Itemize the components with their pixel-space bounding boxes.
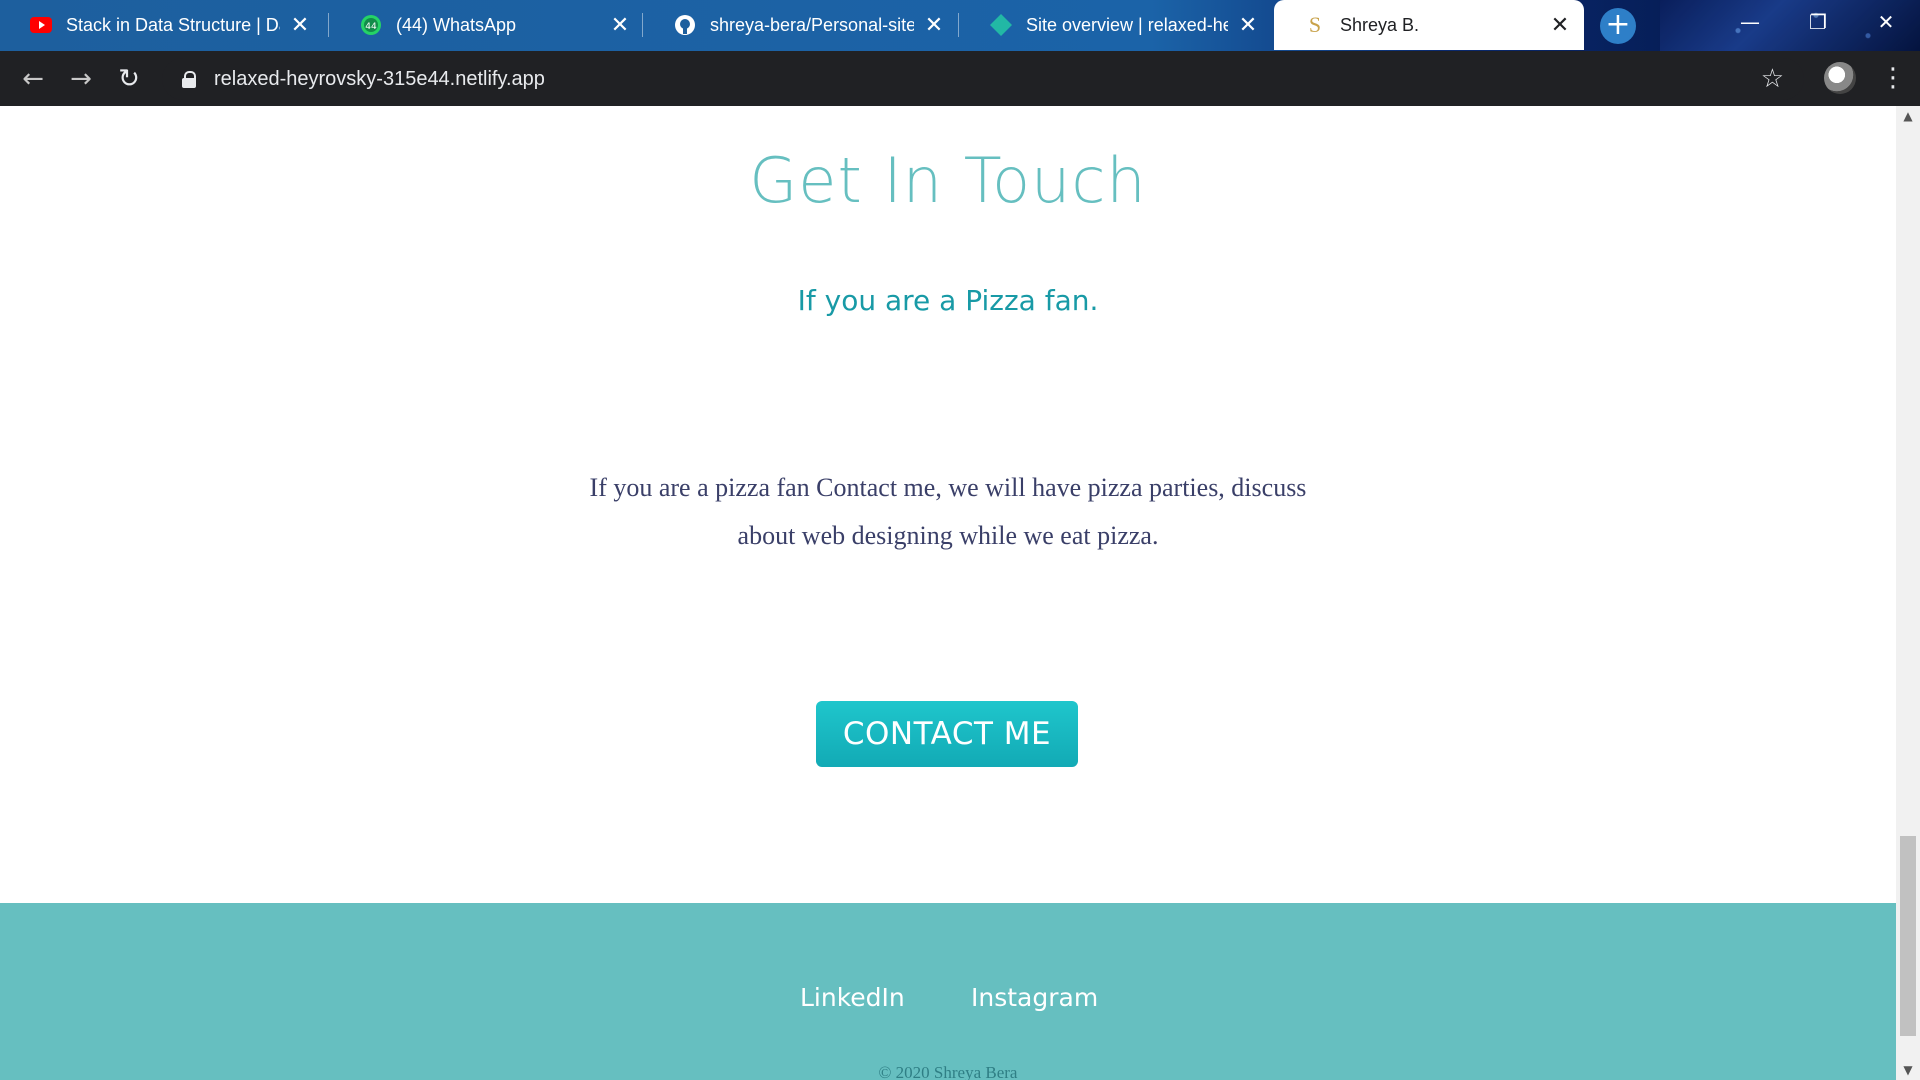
page-viewport: Get In Touch If you are a Pizza fan. If … bbox=[0, 106, 1896, 1080]
youtube-icon bbox=[30, 14, 52, 36]
tab-title: shreya-bera/Personal-site bbox=[710, 14, 914, 35]
reload-button[interactable]: ↻ bbox=[112, 63, 146, 97]
close-icon[interactable]: ✕ bbox=[610, 14, 630, 36]
url-field[interactable]: relaxed-heyrovsky-315e44.netlify.app ☆ bbox=[162, 58, 1804, 100]
address-bar: ← → ↻ relaxed-heyrovsky-315e44.netlify.a… bbox=[0, 51, 1920, 106]
tab-netlify[interactable]: Site overview | relaxed-heyr ✕ bbox=[960, 0, 1272, 50]
tab-title: Site overview | relaxed-heyr bbox=[1026, 14, 1228, 35]
contact-paragraph: If you are a pizza fan Contact me, we wi… bbox=[589, 473, 1307, 550]
back-button[interactable]: ← bbox=[16, 63, 50, 97]
tab-github[interactable]: shreya-bera/Personal-site ✕ bbox=[644, 0, 958, 50]
browser-menu-icon[interactable]: ⋮ bbox=[1880, 61, 1906, 95]
close-icon[interactable]: ✕ bbox=[924, 14, 944, 36]
bookmark-star-icon[interactable]: ☆ bbox=[1761, 64, 1784, 94]
lock-icon[interactable] bbox=[182, 71, 196, 88]
subheading: If you are a Pizza fan. bbox=[797, 284, 1099, 317]
tab-separator bbox=[642, 13, 643, 37]
restore-button[interactable]: ❐ bbox=[1784, 0, 1852, 46]
page-title: Get In Touch bbox=[749, 144, 1147, 217]
profile-avatar[interactable] bbox=[1824, 62, 1856, 94]
tab-youtube[interactable]: Stack in Data Structure | Dat ✕ bbox=[0, 0, 324, 50]
close-icon[interactable]: ✕ bbox=[1550, 14, 1570, 36]
linkedin-link[interactable]: LinkedIn bbox=[800, 983, 905, 1012]
minimize-button[interactable]: — bbox=[1716, 0, 1784, 46]
copyright-text: © 2020 Shreya Bera bbox=[878, 1063, 1018, 1080]
tab-strip: Stack in Data Structure | Dat ✕ 44 (44) … bbox=[0, 0, 1920, 51]
scroll-up-arrow-icon[interactable]: ▲ bbox=[1896, 106, 1920, 126]
tab-title: Shreya B. bbox=[1340, 14, 1420, 35]
tab-title: (44) WhatsApp bbox=[396, 14, 517, 35]
github-icon bbox=[674, 14, 696, 36]
contact-me-button[interactable]: CONTACT ME bbox=[816, 701, 1078, 767]
instagram-link[interactable]: Instagram bbox=[971, 983, 1098, 1012]
netlify-icon bbox=[990, 14, 1012, 36]
url-text[interactable]: relaxed-heyrovsky-315e44.netlify.app bbox=[214, 68, 545, 91]
svg-text:44: 44 bbox=[365, 22, 377, 32]
tab-shreya-active[interactable]: S Shreya B. ✕ bbox=[1274, 0, 1584, 50]
tab-title: Stack in Data Structure | Dat bbox=[66, 14, 280, 35]
scroll-thumb[interactable] bbox=[1900, 836, 1916, 1036]
footer: LinkedIn Instagram © 2020 Shreya Bera bbox=[0, 903, 1896, 1080]
close-icon[interactable]: ✕ bbox=[1238, 14, 1258, 36]
new-tab-button[interactable]: + bbox=[1600, 8, 1636, 44]
forward-button[interactable]: → bbox=[64, 63, 98, 97]
close-icon[interactable]: ✕ bbox=[290, 14, 310, 36]
scroll-down-arrow-icon[interactable]: ▼ bbox=[1896, 1060, 1920, 1080]
tab-separator bbox=[958, 13, 959, 37]
site-s-icon: S bbox=[1308, 12, 1322, 37]
close-window-button[interactable]: ✕ bbox=[1852, 0, 1920, 46]
whatsapp-icon: 44 bbox=[360, 14, 382, 36]
tab-whatsapp[interactable]: 44 (44) WhatsApp ✕ bbox=[330, 0, 644, 50]
tab-separator bbox=[328, 13, 329, 37]
vertical-scrollbar[interactable]: ▲ ▼ bbox=[1896, 106, 1920, 1080]
